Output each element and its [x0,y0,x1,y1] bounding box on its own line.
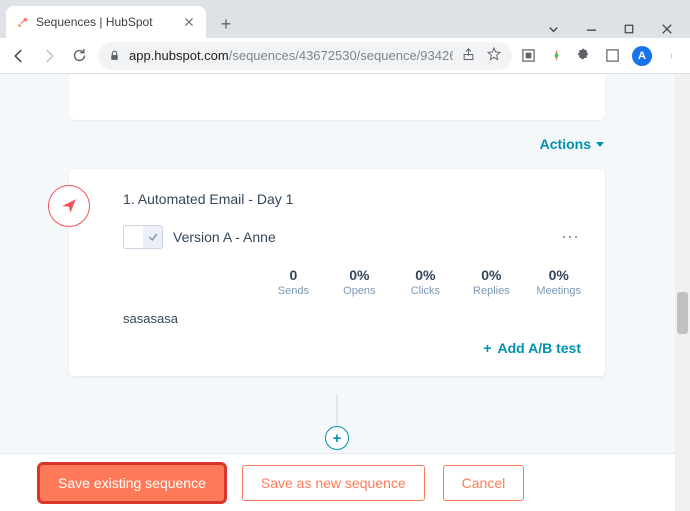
hubspot-favicon-icon [16,15,30,29]
url-bar[interactable]: app.hubspot.com/sequences/43672530/seque… [98,42,512,70]
stat-meetings: 0%Meetings [536,267,581,297]
cancel-button[interactable]: Cancel [443,465,525,501]
extension-icon-1[interactable] [520,48,536,64]
extensions-puzzle-icon[interactable] [576,48,592,64]
browser-toolbar: app.hubspot.com/sequences/43672530/seque… [0,38,690,74]
caret-down-icon [596,142,604,147]
forward-icon[interactable] [38,45,60,67]
send-icon [48,185,90,227]
stat-replies: 0%Replies [470,267,512,297]
check-icon [147,231,159,243]
stat-opens: 0%Opens [338,267,380,297]
step-title: 1. Automated Email - Day 1 [123,191,581,207]
window-minimize-icon[interactable] [582,20,600,38]
sequence-step-card: 1. Automated Email - Day 1 Version A - A… [69,169,605,376]
previous-step-card [69,74,605,120]
window-maximize-icon[interactable] [620,20,638,38]
stats-row: 0Sends 0%Opens 0%Clicks 0%Replies 0%Meet… [93,267,581,297]
back-icon[interactable] [8,45,30,67]
add-ab-test-button[interactable]: + Add A/B test [93,340,581,356]
add-ab-label: Add A/B test [498,340,581,356]
email-body-preview: sasasasa [123,311,581,326]
version-label: Version A - Anne [173,229,276,245]
version-row: Version A - Anne ⋯ [123,225,581,249]
app-viewport: Actions 1. Automated Email - Day 1 Versi… [0,74,690,511]
chevron-down-icon[interactable] [544,20,562,38]
extension-icon-2[interactable] [548,48,564,64]
window-close-icon[interactable] [658,20,676,38]
save-existing-button[interactable]: Save existing sequence [40,465,224,501]
tab-close-icon[interactable] [182,15,196,29]
browser-tab-strip: Sequences | HubSpot + [0,0,690,38]
footer-bar: Save existing sequence Save as new seque… [0,453,675,511]
browser-menu-icon[interactable] [664,48,682,64]
version-toggle[interactable] [123,225,163,249]
profile-avatar[interactable]: A [632,46,652,66]
extension-icon-3[interactable] [604,48,620,64]
scrollbar-thumb[interactable] [677,292,688,334]
lock-icon [108,49,121,62]
actions-dropdown[interactable]: Actions [540,136,604,152]
add-step-button[interactable]: + [325,426,349,450]
scrollbar-track[interactable] [675,74,690,511]
reload-icon[interactable] [68,45,90,67]
more-menu-icon[interactable]: ⋯ [561,227,581,248]
actions-label: Actions [540,136,591,152]
share-icon[interactable] [461,47,476,65]
stat-sends: 0Sends [272,267,314,297]
browser-tab-title: Sequences | HubSpot [36,15,176,29]
browser-tab[interactable]: Sequences | HubSpot [6,6,206,38]
new-tab-button[interactable]: + [212,10,240,38]
plus-icon: + [483,340,491,356]
step-connector [337,394,338,426]
save-new-button[interactable]: Save as new sequence [242,465,425,501]
url-text: app.hubspot.com/sequences/43672530/seque… [129,48,453,63]
star-icon[interactable] [486,46,502,65]
stat-clicks: 0%Clicks [404,267,446,297]
